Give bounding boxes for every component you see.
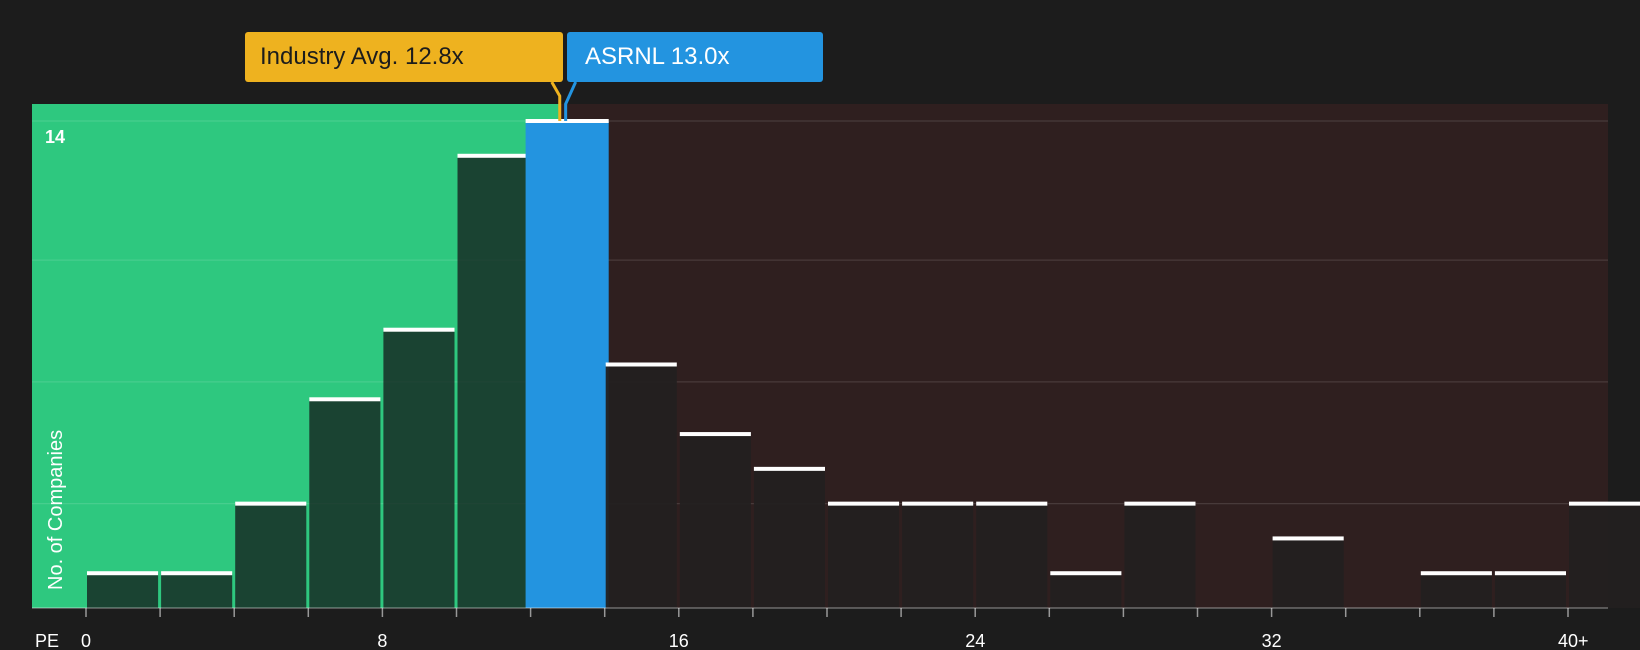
bar-top bbox=[605, 362, 677, 367]
bar-top bbox=[1050, 571, 1122, 576]
bar-top bbox=[457, 153, 529, 158]
x-tick-label: 40+ bbox=[1558, 631, 1589, 650]
bar bbox=[976, 503, 1048, 608]
bar-top bbox=[161, 571, 233, 576]
company-pe-callout: ASRNL 13.0x bbox=[567, 32, 823, 82]
x-tick-label: 32 bbox=[1262, 631, 1282, 650]
bar bbox=[679, 434, 751, 608]
y-axis-label: No. of Companies bbox=[45, 430, 67, 590]
x-tick-label: 0 bbox=[81, 631, 91, 650]
bar-highlighted bbox=[525, 121, 609, 608]
pe-histogram-chart: 0 8 16 24 32 40+ 14 No. of Companies PE Indust… bbox=[0, 0, 1640, 650]
bar bbox=[383, 329, 455, 608]
bar bbox=[1124, 503, 1196, 608]
bar bbox=[457, 155, 529, 609]
bar bbox=[235, 503, 307, 608]
bar bbox=[1494, 573, 1566, 608]
bar-top bbox=[1124, 501, 1196, 506]
bar-top bbox=[679, 432, 751, 437]
x-tick-label: 24 bbox=[965, 631, 985, 650]
bar-top bbox=[383, 327, 455, 332]
x-axis-label: PE bbox=[35, 631, 59, 650]
bar-top bbox=[1569, 501, 1640, 506]
bar-top bbox=[1272, 536, 1344, 541]
industry-average-callout: Industry Avg. 12.8x bbox=[245, 32, 563, 82]
y-tick-label: 14 bbox=[45, 127, 65, 147]
bar bbox=[605, 364, 677, 608]
bar-top bbox=[976, 501, 1048, 506]
bar bbox=[1569, 503, 1640, 608]
bar bbox=[1050, 573, 1122, 608]
bar-top bbox=[902, 501, 974, 506]
bar-top bbox=[1494, 571, 1566, 576]
bar bbox=[902, 503, 974, 608]
bar bbox=[309, 399, 381, 608]
bar bbox=[1420, 573, 1492, 608]
x-tick-label: 8 bbox=[377, 631, 387, 650]
bar-top bbox=[1420, 571, 1492, 576]
bar-top bbox=[753, 466, 825, 471]
bar-top bbox=[87, 571, 159, 576]
bar-top bbox=[235, 501, 307, 506]
bar bbox=[87, 573, 159, 608]
bar bbox=[753, 468, 825, 608]
chart-canvas: 0 8 16 24 32 40+ 14 No. of Companies PE bbox=[32, 81, 1640, 650]
bar bbox=[828, 503, 900, 608]
bar-top bbox=[828, 501, 900, 506]
bar bbox=[1272, 538, 1344, 608]
bar bbox=[161, 573, 233, 608]
x-tick-label: 16 bbox=[669, 631, 689, 650]
bar-top bbox=[309, 397, 381, 402]
